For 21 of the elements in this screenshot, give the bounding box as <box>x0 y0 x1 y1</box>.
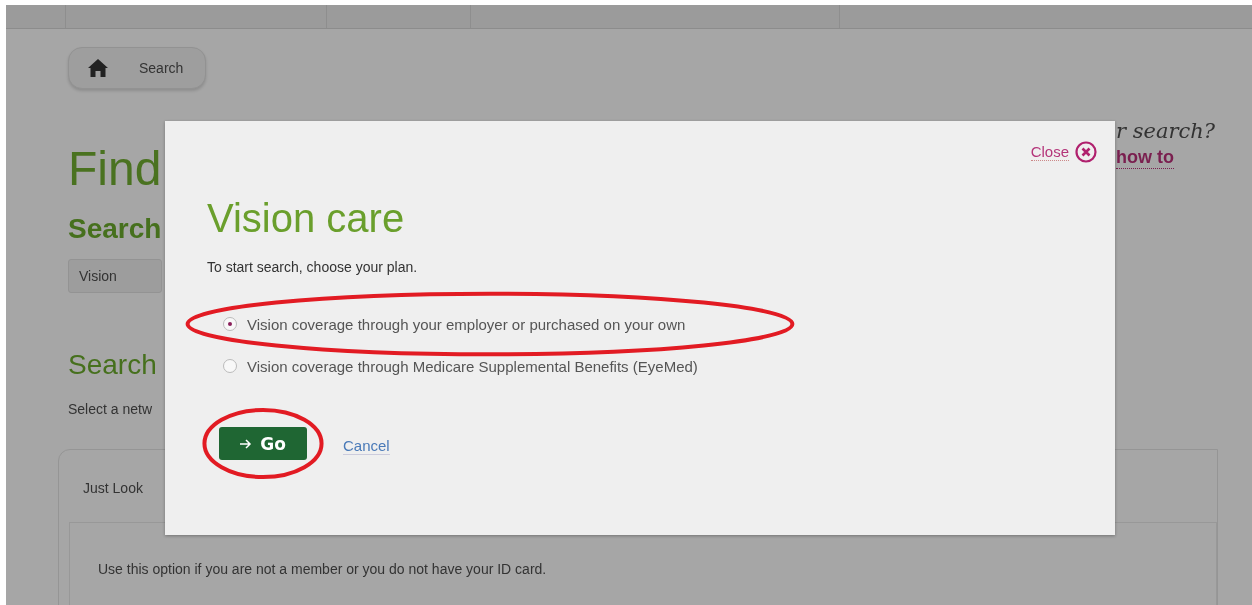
description-text: Use this option if you are not a member or you do not have your ID card. <box>98 561 548 577</box>
cancel-link[interactable]: Cancel <box>343 436 390 455</box>
help-link[interactable]: how to <box>1116 147 1174 169</box>
close-button[interactable]: Close <box>1030 141 1097 163</box>
help-question: r search? <box>1116 119 1216 143</box>
go-button[interactable]: Go <box>219 427 307 460</box>
section-heading: Search <box>68 349 157 381</box>
radio-button[interactable] <box>223 317 237 331</box>
close-icon <box>1075 141 1097 163</box>
breadcrumb-link[interactable]: Search <box>139 60 184 76</box>
page-title: Find <box>68 141 162 197</box>
instruction-text: To start search, choose your plan. <box>207 259 419 275</box>
option-label[interactable]: Vision coverage through your employer or purchased on your own <box>247 315 686 333</box>
plan-dropdown[interactable]: Vision <box>68 259 162 293</box>
arrow-icon <box>240 438 253 449</box>
option-label[interactable]: Vision coverage through Medicare Supplemental Benefits (EyeMed) <box>247 357 698 375</box>
radio-button[interactable] <box>223 359 237 373</box>
section-heading: Search <box>68 213 162 245</box>
dialog-title: Vision care <box>207 196 406 241</box>
home-icon[interactable] <box>87 58 109 78</box>
intro-text: Select a netw <box>68 401 153 417</box>
